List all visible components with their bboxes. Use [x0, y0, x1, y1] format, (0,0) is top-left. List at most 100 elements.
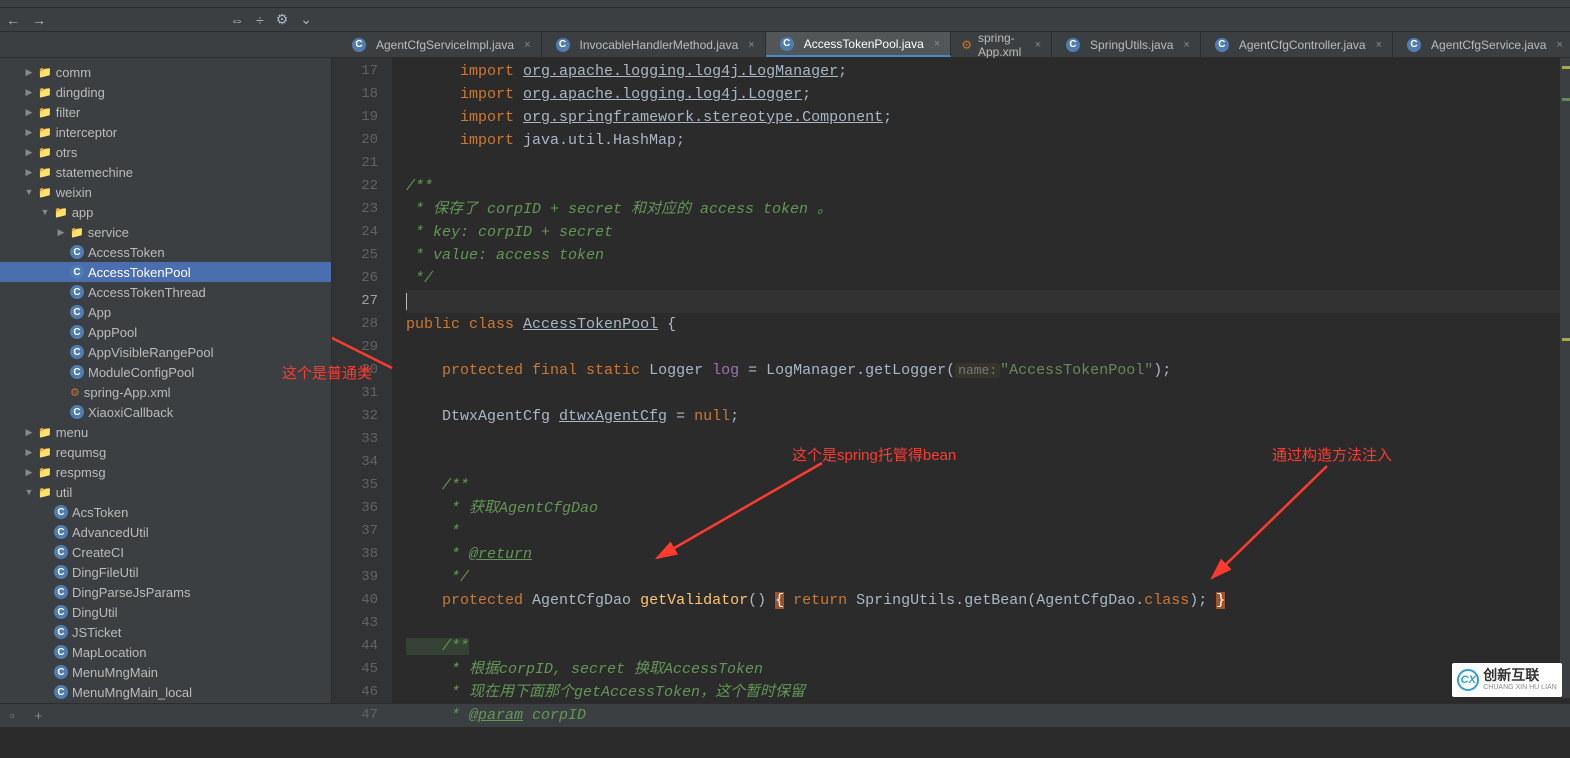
tree-item-maplocation[interactable]: CMapLocation	[0, 642, 331, 662]
line-number: 26	[332, 267, 378, 290]
tab-agentcfgcontroller[interactable]: C AgentCfgController.java ×	[1201, 32, 1393, 57]
tree-item-respmsg[interactable]: 📁respmsg	[0, 462, 331, 482]
tab-label: AgentCfgService.java	[1431, 38, 1546, 52]
chevron-down-icon[interactable]	[24, 187, 34, 197]
chevron-right-icon[interactable]	[24, 107, 34, 118]
tree-item-dingfileutil[interactable]: CDingFileUtil	[0, 562, 331, 582]
class-icon: C	[70, 245, 84, 259]
tree-label: requmsg	[56, 445, 107, 460]
tree-item-menu[interactable]: 📁menu	[0, 422, 331, 442]
line-number: 24	[332, 221, 378, 244]
chevron-right-icon[interactable]	[24, 67, 34, 78]
chevron-down-icon[interactable]	[40, 207, 50, 217]
tab-invocablehandlermethod[interactable]: C InvocableHandlerMethod.java ×	[542, 32, 766, 57]
tree-item-dingparsejsparams[interactable]: CDingParseJsParams	[0, 582, 331, 602]
tree-item-app[interactable]: 📁app	[0, 202, 331, 222]
chevron-right-icon[interactable]	[24, 447, 34, 458]
close-icon[interactable]: ×	[1556, 39, 1562, 51]
line-number: 25	[332, 244, 378, 267]
close-icon[interactable]: ×	[934, 38, 940, 50]
tree-item-xiaoxicallback[interactable]: CXiaoxiCallback	[0, 402, 331, 422]
tree-label: CreateCI	[72, 545, 124, 560]
tool-window-icon[interactable]: ▫	[10, 708, 15, 723]
chevron-right-icon[interactable]	[24, 147, 34, 158]
tab-springutils[interactable]: C SpringUtils.java ×	[1052, 32, 1201, 57]
line-number: 34	[332, 451, 378, 474]
class-icon: C	[54, 505, 68, 519]
class-icon: C	[352, 38, 366, 52]
tree-item-jsticket[interactable]: CJSTicket	[0, 622, 331, 642]
chevron-right-icon[interactable]	[24, 467, 34, 478]
tree-label: DingFileUtil	[72, 565, 138, 580]
tree-item-requmsg[interactable]: 📁requmsg	[0, 442, 331, 462]
class-icon: C	[780, 37, 794, 51]
tree-item-apppool[interactable]: CAppPool	[0, 322, 331, 342]
tree-item-advancedutil[interactable]: CAdvancedUtil	[0, 522, 331, 542]
chevron-right-icon[interactable]	[24, 127, 34, 138]
nav-fwd-icon[interactable]: →	[32, 12, 46, 28]
tree-item-accesstokenpool[interactable]: CAccessTokenPool	[0, 262, 331, 282]
tree-item-moduleconfigpool[interactable]: CModuleConfigPool	[0, 362, 331, 382]
close-icon[interactable]: ×	[1376, 39, 1382, 51]
error-stripe[interactable]	[1560, 58, 1570, 698]
tree-item-menumngmain[interactable]: CMenuMngMain	[0, 662, 331, 682]
chevron-right-icon[interactable]	[56, 227, 66, 238]
tree-label: App	[88, 305, 111, 320]
tree-label: MenuMngMain_local	[72, 685, 192, 700]
tree-item-statemechine[interactable]: 📁statemechine	[0, 162, 331, 182]
folder-icon: 📁	[38, 126, 52, 139]
tree-item-comm[interactable]: 📁comm	[0, 62, 331, 82]
settings-icon[interactable]: ⚙	[276, 11, 289, 28]
tree-item-dingding[interactable]: 📁dingding	[0, 82, 331, 102]
tree-label: service	[88, 225, 129, 240]
close-icon[interactable]: ×	[524, 39, 530, 51]
expand-icon[interactable]: ⇔	[230, 12, 244, 28]
tree-item-createci[interactable]: CCreateCI	[0, 542, 331, 562]
tree-item-filter[interactable]: 📁filter	[0, 102, 331, 122]
tree-label: MapLocation	[72, 645, 146, 660]
close-icon[interactable]: ×	[1035, 39, 1041, 51]
line-number: 32	[332, 405, 378, 428]
line-number: 44	[332, 635, 378, 658]
tree-item-spring-app-xml[interactable]: ⚙spring-App.xml	[0, 382, 331, 402]
tree-item-weixin[interactable]: 📁weixin	[0, 182, 331, 202]
class-icon: C	[70, 325, 84, 339]
line-number: 31	[332, 382, 378, 405]
code-content[interactable]: import org.apache.logging.log4j.LogManag…	[392, 58, 1570, 703]
tree-item-interceptor[interactable]: 📁 interceptor	[0, 122, 331, 142]
tab-agentcfgservice[interactable]: C AgentCfgService.java ×	[1393, 32, 1570, 57]
chevron-right-icon[interactable]	[24, 427, 34, 438]
line-number: 37	[332, 520, 378, 543]
tree-item-menumngmain-local[interactable]: CMenuMngMain_local	[0, 682, 331, 702]
tree-label: MenuMngMain	[72, 665, 158, 680]
tree-item-dingutil[interactable]: CDingUtil	[0, 602, 331, 622]
chevron-right-icon[interactable]	[24, 167, 34, 178]
tab-agentcfgserviceimpl[interactable]: C AgentCfgServiceImpl.java ×	[338, 32, 542, 57]
tab-spring-app-xml[interactable]: ⚙ spring-App.xml ×	[951, 32, 1052, 57]
add-icon[interactable]: +	[35, 708, 43, 723]
nav-back-icon[interactable]: ←	[6, 12, 20, 28]
line-number: 20	[332, 129, 378, 152]
code-editor[interactable]: 1718192021222324252627282930313233343536…	[332, 58, 1570, 703]
tab-label: SpringUtils.java	[1090, 38, 1173, 52]
chevron-down-icon[interactable]	[24, 487, 34, 497]
collapse-icon[interactable]: ÷	[256, 12, 264, 28]
folder-icon: 📁	[38, 426, 52, 439]
tab-accesstokenpool[interactable]: C AccessTokenPool.java ×	[766, 32, 952, 57]
close-icon[interactable]: ×	[1183, 39, 1189, 51]
hide-icon[interactable]: ⌄	[300, 11, 312, 28]
tree-label: dingding	[56, 85, 105, 100]
close-icon[interactable]: ×	[748, 39, 754, 51]
tree-label: interceptor	[56, 125, 117, 140]
tree-item-accesstokenthread[interactable]: CAccessTokenThread	[0, 282, 331, 302]
tree-item-acstoken[interactable]: CAcsToken	[0, 502, 331, 522]
chevron-right-icon[interactable]	[24, 87, 34, 98]
tree-item-util[interactable]: 📁util	[0, 482, 331, 502]
project-tree[interactable]: 📁comm📁dingding📁filter📁interceptor📁otrs📁s…	[0, 58, 332, 703]
line-number-gutter: 1718192021222324252627282930313233343536…	[332, 58, 392, 703]
tree-item-otrs[interactable]: 📁otrs	[0, 142, 331, 162]
tree-item-accesstoken[interactable]: CAccessToken	[0, 242, 331, 262]
tree-item-app[interactable]: CApp	[0, 302, 331, 322]
tree-item-appvisiblerangepool[interactable]: CAppVisibleRangePool	[0, 342, 331, 362]
tree-item-service[interactable]: 📁service	[0, 222, 331, 242]
